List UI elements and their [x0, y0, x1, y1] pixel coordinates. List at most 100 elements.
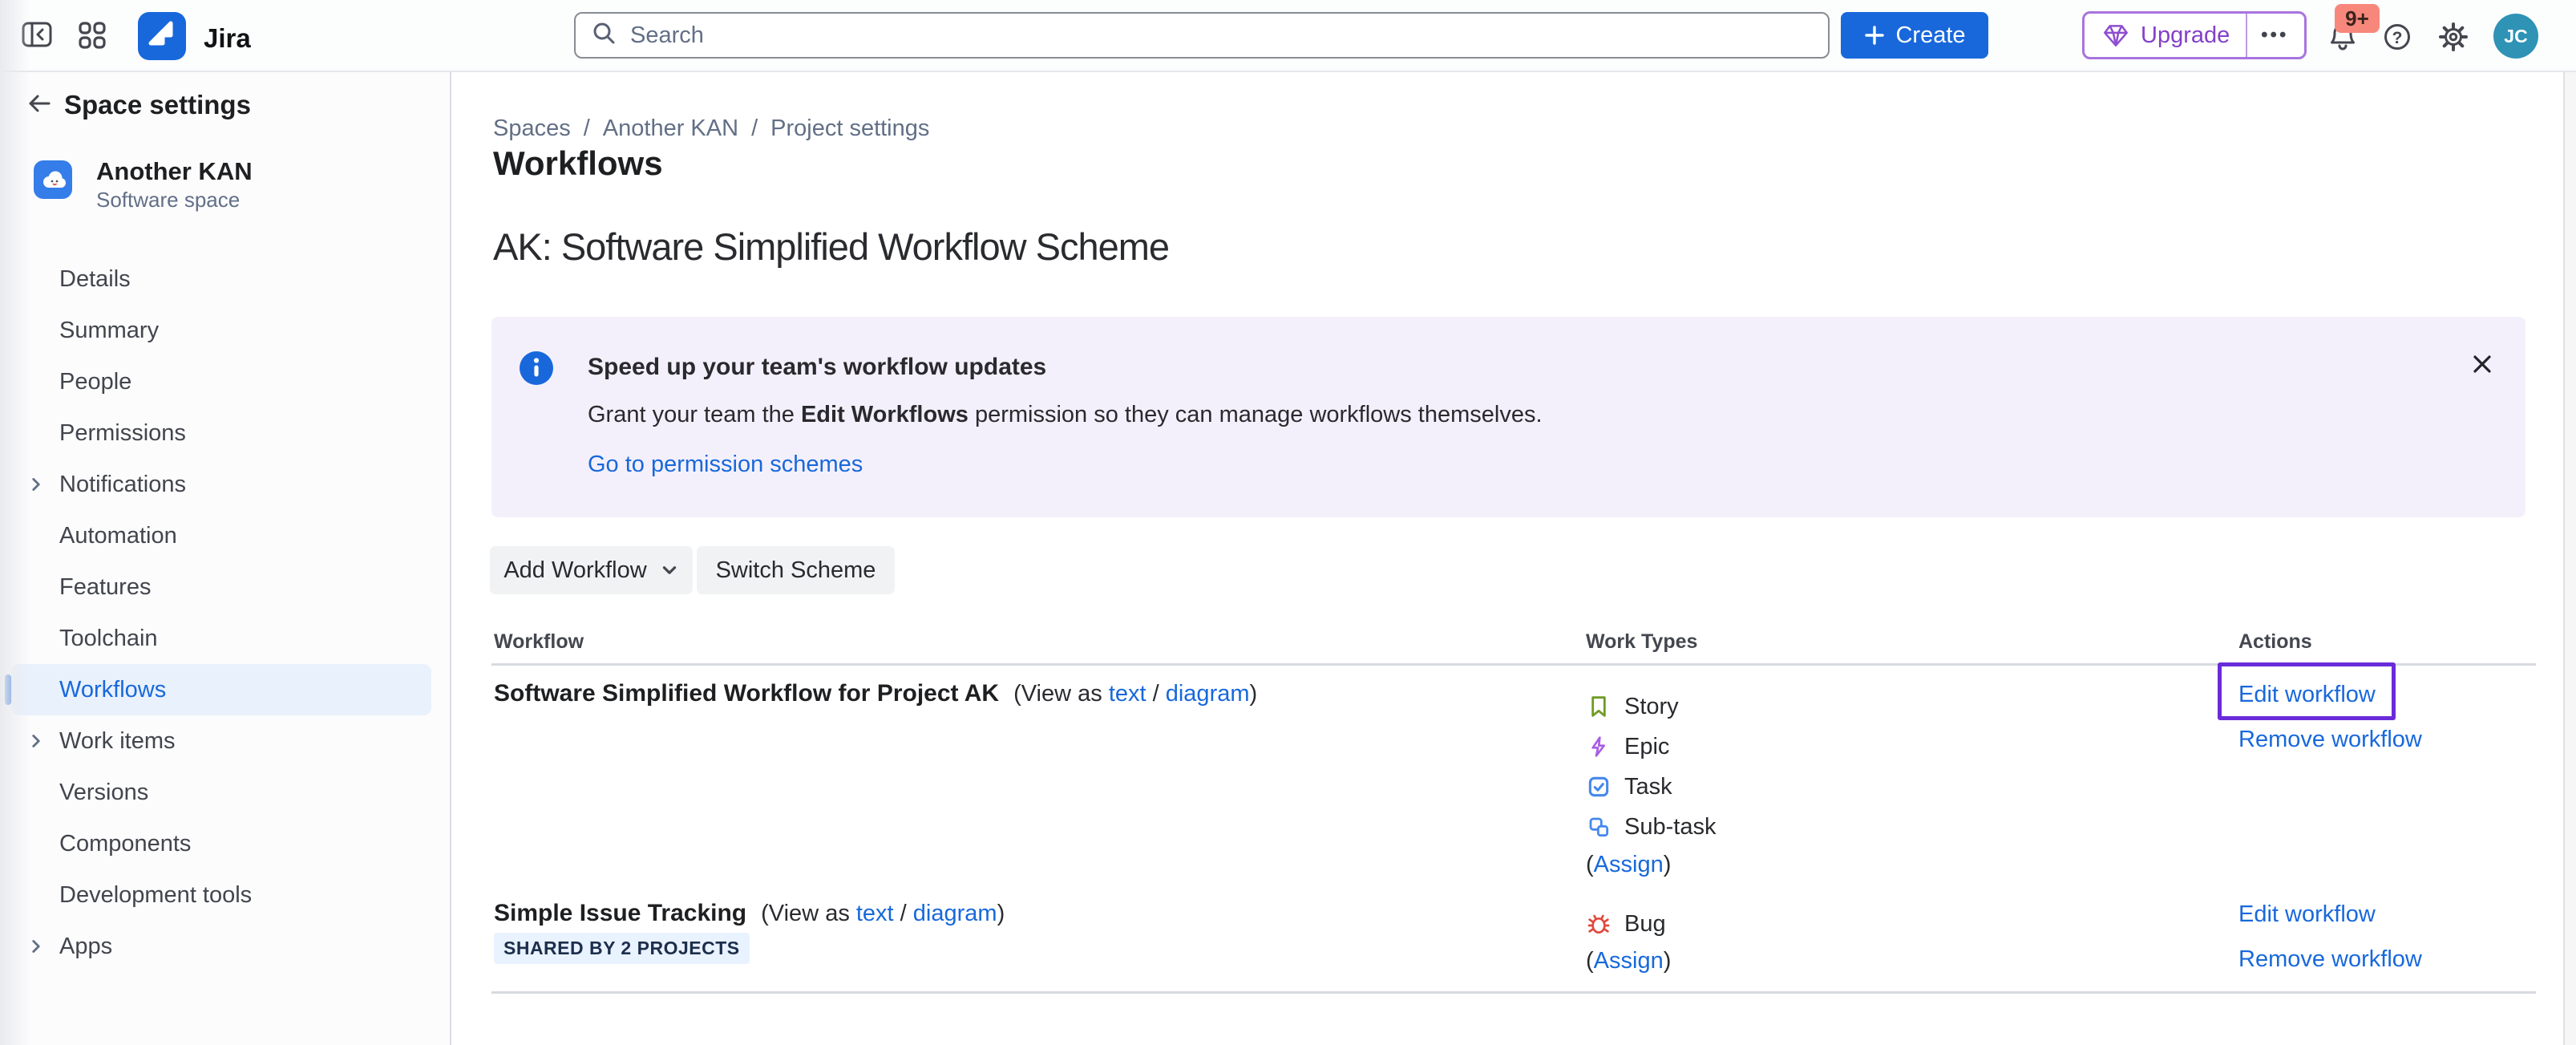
view-as-diagram-link[interactable]: diagram: [913, 901, 997, 926]
sidebar-item-versions[interactable]: Versions: [0, 767, 450, 818]
switch-scheme-button[interactable]: Switch Scheme: [697, 546, 895, 594]
info-icon: [520, 351, 553, 389]
help-button[interactable]: ?: [2378, 19, 2416, 58]
remove-workflow-link[interactable]: Remove workflow: [2238, 727, 2422, 753]
chevron-right-icon: [26, 936, 47, 957]
jira-workflows-page: Jira Create Upgrade •••: [0, 0, 2576, 1045]
search-icon: [590, 19, 619, 52]
edit-workflow-link[interactable]: Edit workflow: [2238, 901, 2376, 928]
global-search[interactable]: [574, 12, 1830, 59]
story-icon: [1586, 694, 1612, 719]
settings-button[interactable]: [2434, 19, 2473, 58]
app-name: Jira: [204, 23, 251, 54]
chevron-right-icon: [26, 474, 47, 495]
space-name: Another KAN: [96, 157, 253, 186]
edit-workflow-link[interactable]: Edit workflow: [2238, 682, 2376, 708]
sidebar-item-automation[interactable]: Automation: [0, 510, 450, 561]
work-type-story: Story: [1586, 687, 1716, 727]
view-as-text-link[interactable]: text: [1109, 681, 1146, 707]
view-as-diagram-link[interactable]: diagram: [1166, 681, 1250, 707]
work-types-list: Bug (Assign): [1586, 905, 1671, 978]
upgrade-button[interactable]: Upgrade: [2085, 14, 2246, 57]
sidebar-item-permissions[interactable]: Permissions: [0, 407, 450, 459]
bug-icon: [1586, 911, 1612, 937]
workflow-scheme-title: AK: Software Simplified Workflow Scheme: [493, 225, 1169, 269]
permission-schemes-link[interactable]: Go to permission schemes: [588, 452, 863, 478]
ellipsis-icon: •••: [2261, 24, 2288, 47]
gem-icon: [2101, 20, 2131, 51]
avatar-initials: JC: [2504, 26, 2527, 47]
view-as-text-link[interactable]: text: [856, 901, 894, 926]
sidebar-item-features[interactable]: Features: [0, 561, 450, 613]
jira-home-link[interactable]: Jira: [138, 12, 251, 64]
sidebar-title: Space settings: [64, 90, 251, 120]
close-icon: [2466, 348, 2498, 384]
upgrade-split-button: Upgrade •••: [2082, 11, 2307, 59]
back-arrow-icon: [23, 87, 55, 124]
breadcrumb-project-settings[interactable]: Project settings: [770, 115, 929, 142]
work-type-task: Task: [1586, 767, 1716, 807]
space-card: Another KAN Software space: [0, 159, 450, 207]
sidebar-item-workflows[interactable]: Workflows: [11, 664, 431, 715]
task-icon: [1586, 774, 1612, 800]
page-title: Workflows: [493, 144, 663, 183]
top-app-bar: Jira Create Upgrade •••: [0, 0, 2576, 72]
column-header-workflow: Workflow: [494, 630, 584, 654]
table-bottom-divider: [491, 991, 2536, 994]
sidebar-item-people[interactable]: People: [0, 356, 450, 407]
space-avatar-icon: [34, 160, 72, 199]
create-button-label: Create: [1895, 22, 1965, 49]
sidebar-item-details[interactable]: Details: [0, 253, 450, 305]
epic-icon: [1586, 734, 1612, 759]
breadcrumb-spaces[interactable]: Spaces: [493, 115, 571, 142]
question-circle-icon: ?: [2380, 19, 2415, 59]
assign-work-types: (Assign): [1586, 943, 1671, 978]
banner-body: Grant your team the Edit Workflows permi…: [588, 402, 1543, 428]
sidebar-item-apps[interactable]: Apps: [0, 921, 450, 972]
vertical-scrollbar[interactable]: [2563, 72, 2576, 1045]
assign-work-types: (Assign): [1586, 847, 1716, 882]
work-type-subtask: Sub-task: [1586, 807, 1716, 847]
sidebar-item-components[interactable]: Components: [0, 818, 450, 869]
app-switcher-button[interactable]: [74, 18, 111, 55]
jira-logo-icon: [138, 12, 186, 64]
table-row-workflow-name: Simple Issue Tracking (View as text / di…: [494, 900, 1005, 927]
sidebar-nav: Details Summary People Permissions Notif…: [0, 253, 450, 972]
work-type-bug: Bug: [1586, 905, 1671, 943]
svg-text:?: ?: [2392, 29, 2403, 47]
work-type-epic: Epic: [1586, 727, 1716, 767]
add-workflow-button[interactable]: Add Workflow: [490, 546, 693, 594]
collapse-sidebar-button[interactable]: [18, 17, 56, 55]
plus-icon: [1863, 24, 1886, 47]
view-as: (View as text / diagram): [1013, 681, 1257, 707]
panel-collapse-left-icon: [19, 17, 55, 56]
sidebar-item-toolchain[interactable]: Toolchain: [0, 613, 450, 664]
sidebar-item-notifications[interactable]: Notifications: [0, 459, 450, 510]
banner-body-bold: Edit Workflows: [801, 402, 969, 427]
sidebar-item-development-tools[interactable]: Development tools: [0, 869, 450, 921]
column-header-work-types: Work Types: [1586, 630, 1697, 654]
space-type: Software space: [96, 188, 240, 213]
app-grid-icon: [76, 19, 108, 55]
banner-close-button[interactable]: [2462, 346, 2502, 386]
shared-projects-badge: SHARED BY 2 PROJECTS: [494, 933, 750, 964]
info-banner: Speed up your team's workflow updates Gr…: [491, 317, 2525, 517]
remove-workflow-link[interactable]: Remove workflow: [2238, 946, 2422, 973]
back-button[interactable]: [21, 87, 58, 124]
more-options-button[interactable]: •••: [2246, 14, 2302, 57]
sidebar-item-work-items[interactable]: Work items: [0, 715, 450, 767]
notification-count-badge: 9+: [2335, 4, 2380, 33]
space-settings-sidebar: Space settings Another KAN Software spac…: [0, 72, 451, 1045]
breadcrumb: Spaces / Another KAN / Project settings: [493, 115, 929, 142]
column-header-actions: Actions: [2238, 630, 2312, 654]
sidebar-item-summary[interactable]: Summary: [0, 305, 450, 356]
assign-link[interactable]: Assign: [1594, 948, 1664, 974]
breadcrumb-another-kan[interactable]: Another KAN: [603, 115, 738, 142]
user-avatar[interactable]: JC: [2493, 14, 2538, 59]
view-as: (View as text / diagram): [761, 901, 1005, 927]
breadcrumb-separator: /: [751, 115, 758, 142]
search-input[interactable]: [630, 22, 1814, 49]
create-button[interactable]: Create: [1841, 12, 1988, 59]
subtask-icon: [1586, 814, 1612, 840]
assign-link[interactable]: Assign: [1594, 852, 1664, 878]
